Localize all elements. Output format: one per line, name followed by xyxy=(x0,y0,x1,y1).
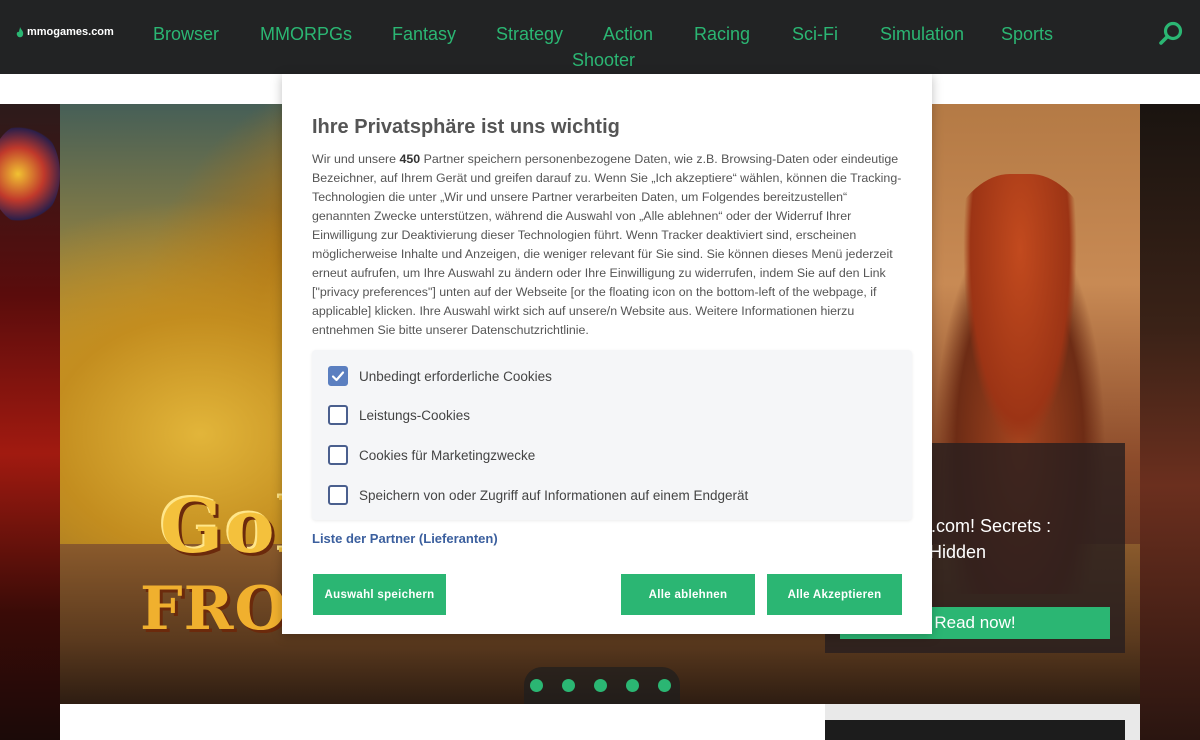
checkbox-device-storage[interactable] xyxy=(328,485,348,505)
carousel-dot-2[interactable] xyxy=(562,679,575,692)
nav-fantasy[interactable]: Fantasy xyxy=(392,23,456,45)
save-selection-button[interactable]: Auswahl speichern xyxy=(313,574,446,615)
consent-description: Wir und unsere 450 Partner speichern per… xyxy=(312,152,902,337)
nav-browser[interactable]: Browser xyxy=(153,23,219,45)
top-navigation: mmogames.com Browser MMORPGs Fantasy Str… xyxy=(0,0,1200,74)
carousel-dot-3[interactable] xyxy=(594,679,607,692)
option-marketing-cookies[interactable]: Cookies für Marketingzwecke xyxy=(328,445,535,465)
partner-count: 450 xyxy=(399,152,421,166)
checkbox-performance[interactable] xyxy=(328,405,348,425)
accept-all-button[interactable]: Alle Akzeptieren xyxy=(767,574,902,615)
nav-sports[interactable]: Sports xyxy=(1001,23,1053,45)
check-icon xyxy=(331,371,345,382)
option-label: Cookies für Marketingzwecke xyxy=(359,447,536,463)
consent-title: Ihre Privatsphäre ist uns wichtig xyxy=(312,116,620,138)
site-logo[interactable]: mmogames.com xyxy=(16,26,114,38)
cookie-consent-dialog: Ihre Privatsphäre ist uns wichtig Wir un… xyxy=(282,74,932,634)
option-label: Leistungs-Cookies xyxy=(359,407,471,423)
main-content-area xyxy=(60,704,825,740)
option-device-storage[interactable]: Speichern von oder Zugriff auf Informati… xyxy=(328,485,748,505)
carousel-dot-4[interactable] xyxy=(626,679,639,692)
sidebar-panel xyxy=(825,720,1125,740)
carousel-dot-1[interactable] xyxy=(530,679,543,692)
consent-options: Unbedingt erforderliche Cookies Leistung… xyxy=(312,350,912,520)
nav-action[interactable]: Action xyxy=(603,23,653,45)
nav-strategy[interactable]: Strategy xyxy=(496,23,563,45)
option-necessary-cookies[interactable]: Unbedingt erforderliche Cookies xyxy=(328,366,552,386)
carousel-prev-slide-preview[interactable] xyxy=(0,104,60,740)
option-performance-cookies[interactable]: Leistungs-Cookies xyxy=(328,405,470,425)
search-icon[interactable] xyxy=(1158,20,1184,46)
option-label: Unbedingt erforderliche Cookies xyxy=(359,368,552,384)
carousel-next-slide-preview[interactable] xyxy=(1140,104,1200,740)
reject-all-button[interactable]: Alle ablehnen xyxy=(621,574,755,615)
flame-icon xyxy=(16,26,24,37)
nav-simulation[interactable]: Simulation xyxy=(880,23,964,45)
partner-list-link[interactable]: Liste der Partner (Lieferanten) xyxy=(312,531,498,546)
nav-shooter[interactable]: Shooter xyxy=(572,49,635,71)
option-label: Speichern von oder Zugriff auf Informati… xyxy=(359,487,749,503)
carousel-dot-5[interactable] xyxy=(658,679,671,692)
nav-mmorpgs[interactable]: MMORPGs xyxy=(260,23,352,45)
logo-text: mmogames.com xyxy=(27,26,114,38)
checkbox-necessary[interactable] xyxy=(328,366,348,386)
nav-racing[interactable]: Racing xyxy=(694,23,750,45)
nav-scifi[interactable]: Sci-Fi xyxy=(792,23,838,45)
checkbox-marketing[interactable] xyxy=(328,445,348,465)
